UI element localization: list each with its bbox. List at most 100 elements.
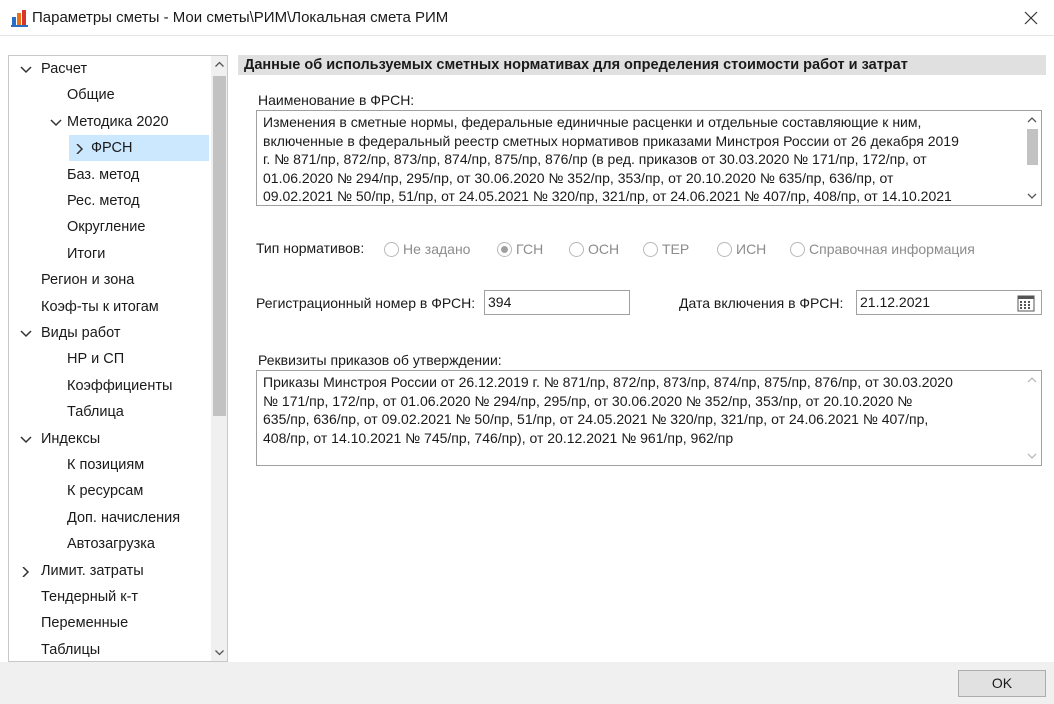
tree-item[interactable]: К ресурсам [9, 478, 209, 504]
tree-item-label: Округление [67, 219, 146, 236]
selection-highlight [69, 135, 209, 162]
tree-item-label: ФРСН [91, 140, 133, 157]
text-line: г. № 871/пр, 872/пр, 873/пр, 874/пр, 875… [263, 151, 927, 167]
tree-item[interactable]: Коэффициенты [9, 373, 209, 399]
tree-item-label: Переменные [41, 615, 129, 632]
scroll-up-button[interactable] [1023, 111, 1041, 128]
tree-item[interactable]: Индексы [9, 426, 209, 452]
text-line: включенные в федеральный реестр сметных … [263, 132, 959, 149]
tree-item-label: Методика 2020 [67, 113, 169, 130]
tree-item-label: К ресурсам [67, 483, 144, 500]
name-textarea[interactable]: Изменения в сметные нормы, федеральные е… [256, 110, 1042, 206]
scroll-thumb[interactable] [213, 76, 226, 416]
name-text: Изменения в сметные нормы, федеральные е… [263, 113, 1019, 205]
chevron-right-icon[interactable] [73, 135, 87, 161]
chevron-down-icon[interactable] [19, 426, 33, 452]
reg-number-label: Регистрационный номер в ФРСН: [256, 295, 476, 311]
tree-item-label: Автозагрузка [67, 536, 155, 553]
text-line: Изменения в сметные нормы, федеральные е… [263, 114, 922, 130]
tree-scrollbar[interactable] [211, 56, 227, 661]
app-icon [11, 10, 28, 27]
radio-selected-dot [501, 246, 508, 253]
chevron-down-icon[interactable] [19, 320, 33, 346]
radio-label: ГСН [516, 241, 544, 257]
tree-item-label: Баз. метод [67, 166, 140, 183]
tree-item[interactable]: К позициям [9, 452, 209, 478]
tree-item-label: Расчет [41, 61, 88, 77]
text-line: 01.06.2020 № 294/пр, 295/пр, от 30.06.20… [263, 169, 894, 186]
type-label: Тип нормативов: [256, 240, 365, 256]
tree-item[interactable]: Виды работ [9, 320, 209, 346]
tree-item-label: Тендерный к-т [41, 589, 139, 605]
chevron-right-icon[interactable] [19, 558, 33, 584]
inclusion-date-input[interactable]: 21.12.2021 [856, 290, 1042, 315]
scroll-up-button[interactable] [1023, 371, 1041, 388]
tree-item-label: Общие [67, 87, 115, 104]
calendar-icon[interactable] [1017, 294, 1035, 312]
tree-item-label: Коэффициенты [67, 377, 173, 394]
tree-item[interactable]: Лимит. затраты [9, 558, 209, 584]
tree-item[interactable]: Тендерный к-т [9, 584, 209, 610]
tree-item[interactable]: Расчет [9, 56, 209, 82]
chevron-down-icon[interactable] [49, 109, 63, 135]
radio-label: Не задано [403, 241, 471, 257]
tree-item[interactable]: Округление [9, 214, 209, 240]
close-button[interactable] [1008, 0, 1054, 36]
tree-item[interactable]: Доп. начисления [9, 505, 209, 531]
tree-item-label: НР и СП [67, 351, 125, 368]
tree-item-label: Коэф-ты к итогам [41, 298, 159, 315]
reg-number-input[interactable]: 394 [484, 290, 630, 315]
tree-item[interactable]: Таблицы [9, 637, 209, 661]
text-line: № 171/пр, 172/пр, от 01.06.2020 № 294/пр… [263, 392, 913, 409]
text-line: 09.02.2021 № 50/пр, 51/пр, от 24.05.2021… [263, 188, 952, 204]
tree-item[interactable]: Баз. метод [9, 162, 209, 188]
radio-circle [384, 242, 399, 257]
chevron-down-icon [215, 650, 224, 656]
radio-circle [497, 242, 512, 257]
tree-item[interactable]: ФРСН [9, 135, 209, 162]
tree-item[interactable]: Общие [9, 82, 209, 108]
chevron-down-icon[interactable] [19, 56, 33, 82]
chevron-up-icon [1027, 117, 1037, 123]
window-title: Параметры сметы - Мои сметы\РИМ\Локальна… [32, 9, 449, 26]
tree-item[interactable]: Автозагрузка [9, 531, 209, 557]
inclusion-date-value: 21.12.2021 [860, 294, 931, 310]
tree-item-label: Рес. метод [67, 193, 140, 209]
tree-item[interactable]: Переменные [9, 610, 209, 636]
tree-item-label: Итоги [67, 245, 106, 262]
title-bar: Параметры сметы - Мои сметы\РИМ\Локальна… [0, 0, 1054, 36]
tree-item[interactable]: Итоги [9, 241, 209, 267]
tree-item[interactable]: Коэф-ты к итогам [9, 294, 209, 320]
scroll-down-button[interactable] [211, 644, 227, 661]
tree-item[interactable]: Методика 2020 [9, 109, 209, 135]
tree-item-label: Лимит. затраты [41, 562, 144, 579]
requisites-textarea[interactable]: Приказы Минстроя России от 26.12.2019 г.… [256, 370, 1042, 466]
name-label: Наименование в ФРСН: [258, 92, 415, 108]
chevron-up-icon [215, 61, 224, 67]
radio-circle [790, 242, 805, 257]
radio-label: ОСН [588, 241, 620, 257]
tree-item-label: Таблицы [41, 641, 101, 658]
name-scrollbar[interactable] [1023, 111, 1041, 205]
scroll-down-button[interactable] [1023, 448, 1041, 465]
scroll-down-button[interactable] [1023, 188, 1041, 205]
tree-item[interactable]: НР и СП [9, 346, 209, 372]
dialog-footer: OK [0, 662, 1054, 704]
chevron-up-icon [1027, 377, 1037, 383]
radio-label: ТЕР [662, 241, 690, 257]
chevron-down-icon [1027, 453, 1037, 459]
tree-item-label: Виды работ [41, 325, 121, 341]
tree-item[interactable]: Регион и зона [9, 267, 209, 293]
text-line: 635/пр, 636/пр, от 09.02.2021 № 50/пр, 5… [263, 411, 929, 427]
inclusion-date-label: Дата включения в ФРСН: [679, 295, 844, 311]
requisites-scrollbar[interactable] [1023, 371, 1041, 465]
ok-button[interactable]: OK [958, 670, 1046, 697]
scroll-thumb[interactable] [1027, 129, 1038, 165]
requisites-text: Приказы Минстроя России от 26.12.2019 г.… [263, 373, 1019, 447]
tree-item-label: Индексы [41, 430, 101, 447]
close-icon [1024, 11, 1038, 25]
tree-item[interactable]: Рес. метод [9, 188, 209, 214]
scroll-up-button[interactable] [211, 56, 227, 73]
tree-item[interactable]: Таблица [9, 399, 209, 425]
section-header: Данные об используемых сметных норматива… [238, 55, 1046, 75]
